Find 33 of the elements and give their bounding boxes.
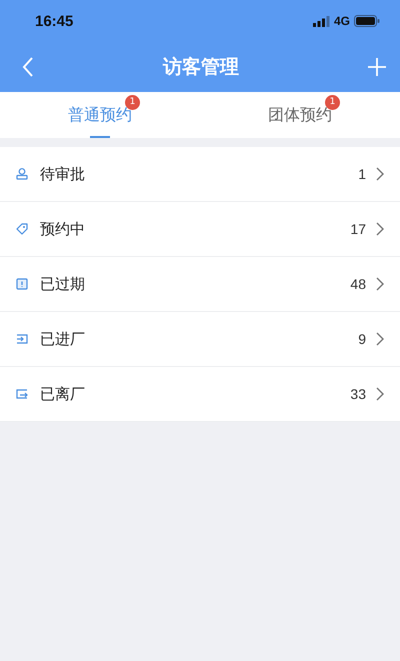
item-count: 1 [358, 166, 366, 182]
list-item[interactable]: 已过期 48 [0, 257, 400, 312]
list-item[interactable]: 已进厂 9 [0, 312, 400, 367]
tab-indicator [90, 136, 110, 138]
item-label: 待审批 [40, 164, 86, 184]
item-label: 已进厂 [40, 330, 86, 348]
battery-icon [354, 15, 380, 27]
list-item[interactable]: 已离厂 33 [0, 367, 400, 422]
item-count: 48 [350, 276, 366, 292]
list-item[interactable]: 预约中 17 [0, 202, 400, 257]
chevron-icon [376, 332, 384, 346]
signal-icon [312, 16, 330, 26]
item-label: 预约中 [40, 220, 86, 238]
person-icon [16, 168, 28, 180]
list-item[interactable]: 待审批 1 [0, 147, 400, 202]
entry-icon [16, 333, 28, 345]
item-count: 33 [350, 386, 366, 402]
tag-icon [16, 223, 28, 235]
chevron-icon [376, 167, 384, 181]
alert-icon [16, 278, 28, 290]
add-icon[interactable] [368, 58, 386, 76]
item-label: 已过期 [40, 274, 86, 294]
item-count: 17 [350, 221, 366, 237]
chevron-icon [376, 387, 384, 401]
exit-icon [16, 388, 28, 400]
back-icon[interactable] [22, 57, 34, 77]
network-label: 4G [334, 14, 350, 28]
status-time: 16:45 [35, 12, 74, 30]
page-title: 访客管理 [163, 55, 239, 80]
item-label: 已离厂 [40, 384, 86, 404]
item-count: 9 [358, 331, 366, 347]
chevron-icon [376, 277, 384, 291]
chevron-icon [376, 222, 384, 236]
